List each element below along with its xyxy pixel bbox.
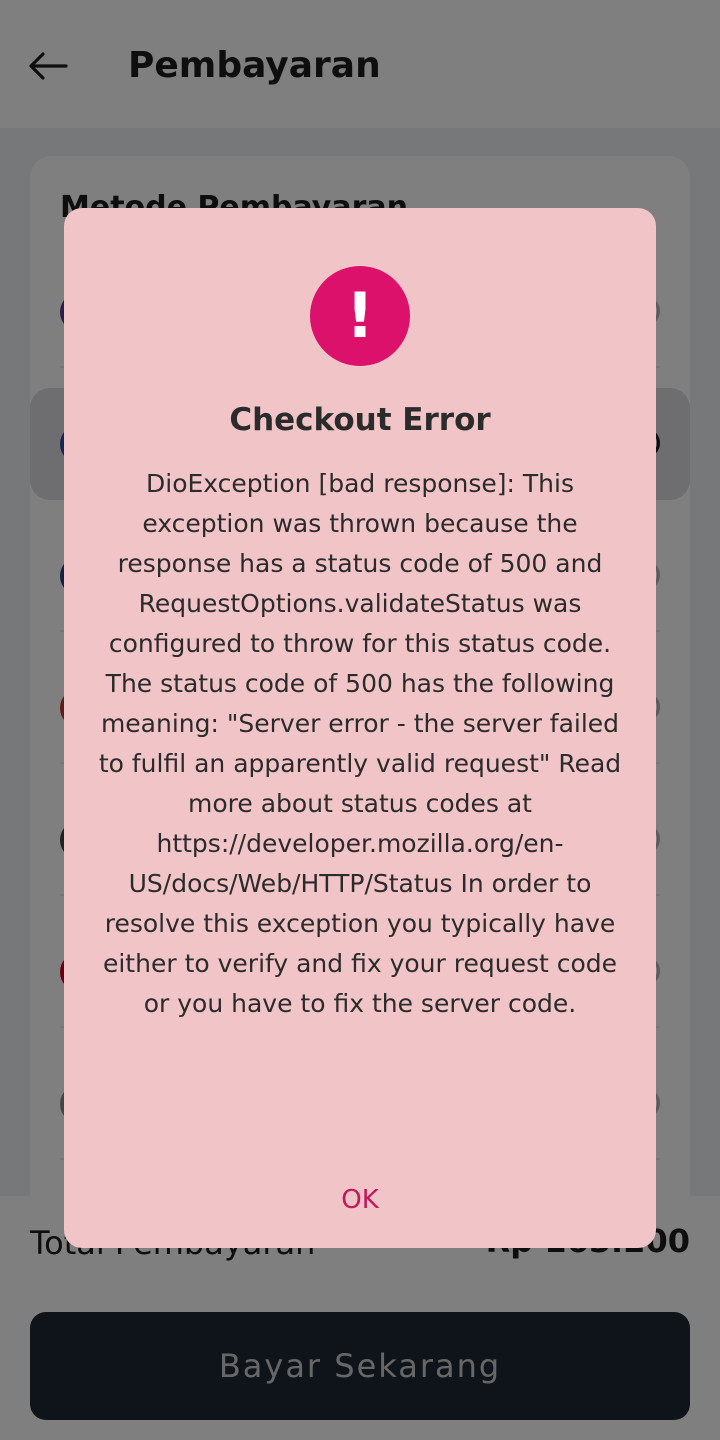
error-dialog: ! Checkout Error DioException [bad respo… xyxy=(64,208,656,1248)
ok-button[interactable]: OK xyxy=(300,1174,420,1226)
exclamation-icon: ! xyxy=(310,266,410,366)
dialog-message: DioException [bad response]: This except… xyxy=(98,469,622,1018)
checkout-screen: Pembayaran Metode Pembayaran Total Pemba… xyxy=(0,0,720,1440)
exclamation-glyph: ! xyxy=(345,279,375,352)
dialog-title: Checkout Error xyxy=(229,402,491,438)
